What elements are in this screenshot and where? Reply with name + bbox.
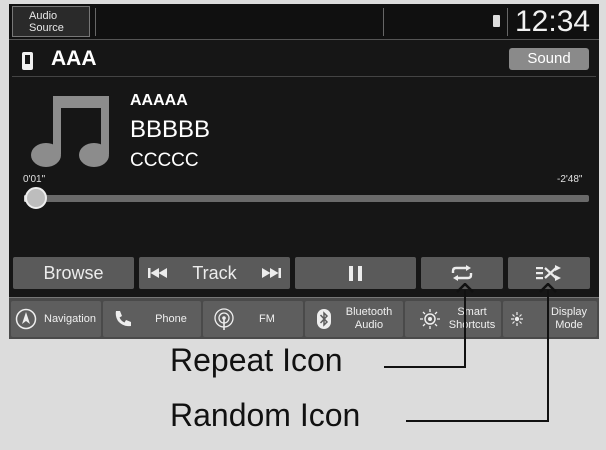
divider — [12, 76, 596, 77]
smart-shortcuts-icon — [420, 309, 440, 329]
skip-forward-icon[interactable] — [261, 268, 281, 278]
nav-navigation-label: Navigation — [44, 313, 96, 325]
random-icon-callout: Random Icon — [170, 397, 361, 433]
nav-smart-shortcuts-label: Smart Shortcuts — [448, 306, 496, 331]
sound-button[interactable]: Sound — [509, 48, 589, 70]
random-callout-line — [406, 420, 549, 422]
bluetooth-icon — [317, 309, 331, 329]
pause-button[interactable] — [295, 257, 416, 289]
nav-phone-button[interactable]: Phone — [103, 301, 201, 337]
nav-bluetooth-audio-button[interactable]: Bluetooth Audio — [305, 301, 403, 337]
top-bar-divider — [507, 8, 508, 36]
nav-phone-label: Phone — [155, 313, 187, 325]
nav-display-mode-button[interactable]: Display Mode — [503, 301, 597, 337]
top-bar: Audio Source 12:34 — [9, 4, 599, 40]
repeat-icon — [451, 265, 473, 281]
track-progress-bar[interactable] — [24, 195, 589, 202]
track-control: Track — [139, 257, 290, 289]
artist-name: AAAAA — [130, 92, 188, 109]
source-name: AAA — [51, 47, 97, 70]
brightness-icon — [511, 312, 531, 326]
usb-icon — [22, 52, 33, 70]
nav-bluetooth-audio-label: Bluetooth Audio — [345, 306, 393, 331]
track-title: BBBBB — [130, 116, 211, 143]
phone-icon — [115, 311, 131, 327]
nav-smart-shortcuts-button[interactable]: Smart Shortcuts — [405, 301, 501, 337]
repeat-callout-line — [464, 290, 466, 368]
browse-button[interactable]: Browse — [13, 257, 134, 289]
music-note-icon — [31, 96, 109, 167]
elapsed-time: 0'01" — [23, 174, 46, 185]
nav-fm-button[interactable]: FM — [203, 301, 303, 337]
audio-source-button[interactable]: Audio Source — [12, 6, 90, 37]
top-bar-divider — [95, 8, 96, 36]
radio-antenna-icon — [214, 308, 234, 330]
remaining-time: -2'48" — [557, 174, 583, 185]
skip-back-icon[interactable] — [148, 268, 168, 278]
compass-icon — [15, 308, 37, 330]
track-progress-knob[interactable] — [24, 187, 47, 209]
nav-display-mode-label: Display Mode — [550, 306, 588, 331]
audio-screen: Audio Source 12:34 AAA Sound AAAAA BBBBB… — [9, 4, 599, 339]
usb-icon — [493, 15, 500, 27]
nav-fm-label: FM — [259, 313, 275, 325]
repeat-callout-marker — [456, 283, 474, 293]
bottom-nav-bar: Navigation Phone FM Bluetooth Audio Smar… — [9, 297, 599, 339]
clock: 12:34 — [515, 5, 591, 38]
random-callout-line — [547, 290, 549, 422]
random-callout-marker — [539, 283, 557, 293]
nav-navigation-button[interactable]: Navigation — [11, 301, 101, 337]
top-bar-divider — [383, 8, 384, 36]
pause-icon — [349, 266, 362, 281]
album-name: CCCCC — [130, 150, 199, 171]
repeat-icon-callout: Repeat Icon — [170, 342, 343, 378]
random-icon — [536, 265, 561, 281]
repeat-callout-line — [384, 366, 466, 368]
